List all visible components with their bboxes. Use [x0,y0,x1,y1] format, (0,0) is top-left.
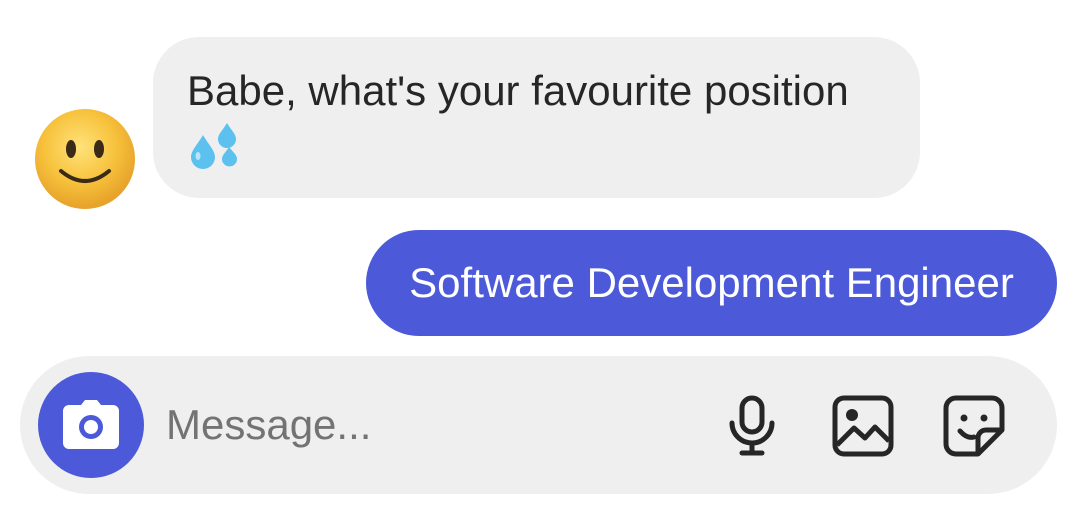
camera-icon [63,400,119,449]
sticker-icon [943,395,1005,457]
avatar [35,109,135,209]
sticker-button[interactable] [942,394,1006,458]
outgoing-message-text: Software Development Engineer [409,259,1014,306]
image-gallery-icon [832,395,894,457]
microphone-button[interactable] [720,394,784,458]
microphone-icon [729,395,775,456]
camera-button[interactable] [38,372,144,478]
chat-thread: Babe, what's your favourite position Sof… [0,0,1079,506]
incoming-message-text: Babe, what's your favourite position [187,67,849,114]
gallery-button[interactable] [831,394,895,458]
message-composer [20,356,1057,494]
message-input[interactable] [166,396,686,454]
sweat-droplets-icon [191,123,237,169]
outgoing-message[interactable]: Software Development Engineer [366,230,1057,336]
incoming-message[interactable]: Babe, what's your favourite position [153,37,920,198]
